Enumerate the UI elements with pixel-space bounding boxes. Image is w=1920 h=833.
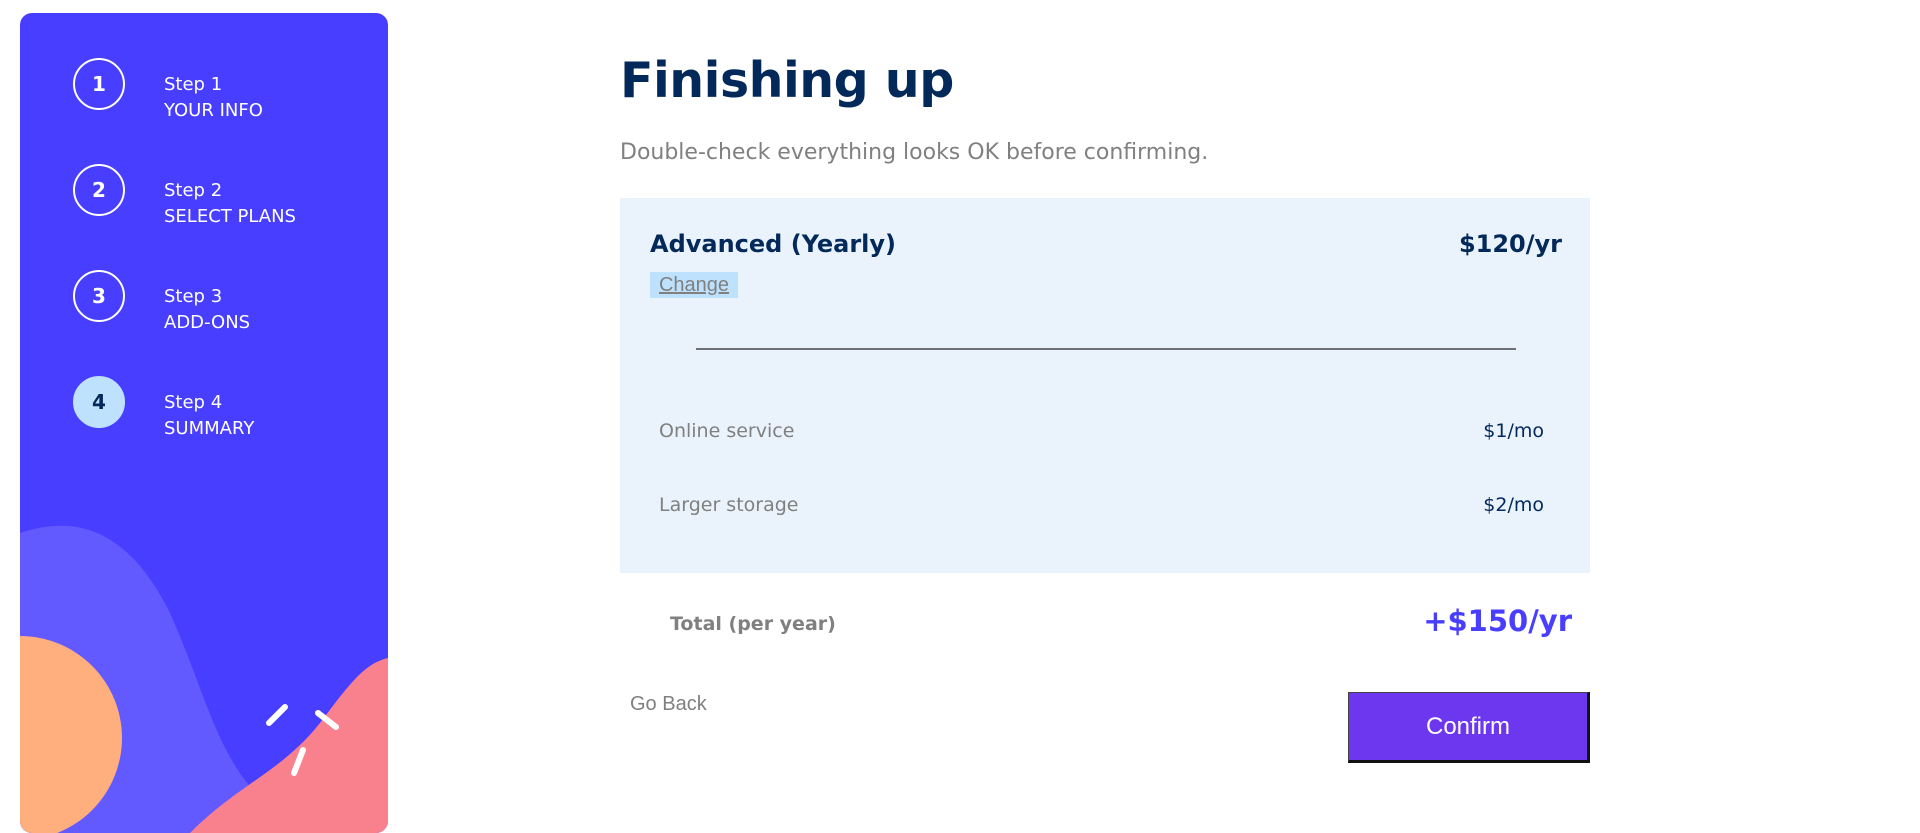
confirm-button[interactable]: Confirm (1348, 692, 1590, 763)
page-subtitle: Double-check everything looks OK before … (620, 140, 1209, 165)
step-name: YOUR INFO (164, 100, 263, 121)
step-label: Step 4 SUMMARY (164, 390, 254, 442)
step-number-badge: 4 (73, 376, 125, 428)
step-label: Step 2 SELECT PLANS (164, 178, 296, 230)
order-summary-box: Advanced (Yearly) $120/yr Change Online … (620, 198, 1590, 573)
change-plan-link[interactable]: Change (650, 272, 738, 298)
step-number-badge: 1 (73, 58, 125, 110)
step-number-badge: 2 (73, 164, 125, 216)
addon-name: Online service (659, 420, 795, 442)
step-name: SUMMARY (164, 418, 255, 439)
addon-name: Larger storage (659, 494, 799, 516)
step-number-badge: 3 (73, 270, 125, 322)
step-title: Step 4 (164, 392, 223, 413)
sidebar: 1 Step 1 YOUR INFO 2 Step 2 SELECT PLANS… (20, 13, 388, 833)
step-title: Step 2 (164, 180, 223, 201)
step-title: Step 3 (164, 286, 223, 307)
page-title: Finishing up (620, 52, 954, 109)
step-title: Step 1 (164, 74, 223, 95)
addon-price: $1/mo (1483, 420, 1544, 442)
plan-name: Advanced (Yearly) (650, 230, 897, 258)
step-label: Step 3 ADD-ONS (164, 284, 250, 336)
summary-divider (696, 348, 1516, 350)
addon-row: Online service $1/mo (659, 420, 1544, 448)
total-price: +$150/yr (1423, 604, 1572, 638)
addon-row: Larger storage $2/mo (659, 494, 1544, 522)
total-label: Total (per year) (670, 613, 836, 635)
plan-price: $120/yr (1458, 230, 1562, 258)
go-back-button[interactable]: Go Back (630, 693, 707, 716)
step-name: SELECT PLANS (164, 206, 296, 227)
step-label: Step 1 YOUR INFO (164, 72, 263, 124)
addon-price: $2/mo (1483, 494, 1544, 516)
step-name: ADD-ONS (164, 312, 251, 333)
